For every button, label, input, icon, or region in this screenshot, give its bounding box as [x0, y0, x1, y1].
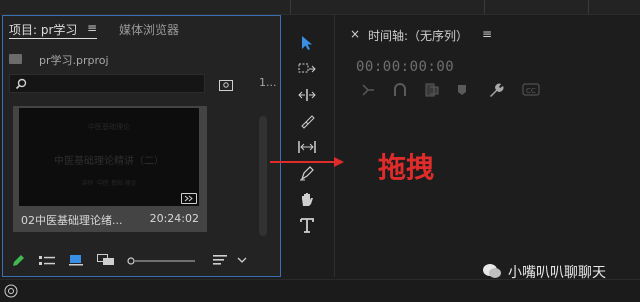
tab-menu-icon[interactable]: ≡ [87, 21, 97, 35]
ripple-edit-icon [298, 89, 316, 101]
drag-arrow-line [270, 161, 340, 163]
tools-panel [294, 30, 320, 242]
nest-sequence-icon[interactable] [360, 82, 376, 98]
snap-icon[interactable] [392, 82, 408, 98]
status-bar [0, 279, 640, 302]
type-tool[interactable] [294, 214, 320, 236]
new-bin-icon[interactable] [219, 76, 233, 91]
watermark-text: 小嘴叭叭聊聊天 [508, 265, 606, 281]
active-tab-underline [9, 38, 97, 39]
hand-icon [302, 193, 313, 206]
type-icon [300, 218, 314, 233]
project-tabbar: 项目: pr学习 ≡ 媒体浏览器 [3, 16, 280, 40]
clip-thumbnail: 中医基础理论 中医基础理论精讲（二） 讲师 ·中医 基础 理论 [19, 108, 199, 206]
chevron-down-icon[interactable] [237, 256, 247, 264]
panel-divider [334, 15, 335, 277]
list-view-icon[interactable] [39, 256, 55, 266]
folder-icon [9, 54, 22, 64]
tab-timeline[interactable]: 时间轴:（无序列） [368, 27, 468, 44]
slip-icon [298, 141, 316, 153]
clip-duration: 20:24:02 [149, 212, 199, 225]
tab-media-browser[interactable]: 媒体浏览器 [119, 21, 179, 38]
drag-label: 拖拽 [378, 151, 435, 184]
timeline-menu-icon[interactable]: ≡ [482, 27, 492, 41]
top-panel-mid [290, 0, 485, 14]
thumb-sub-text: 讲师 ·中医 基础 理论 [81, 180, 137, 187]
thumb-top-text: 中医基础理论 [88, 123, 130, 131]
hand-tool[interactable] [294, 188, 320, 210]
zoom-slider[interactable] [127, 257, 197, 265]
tab-project[interactable]: 项目: pr学习 [9, 21, 77, 38]
project-footer [3, 248, 280, 276]
captions-icon[interactable]: CC [522, 83, 540, 96]
pen-icon [300, 166, 314, 181]
project-file-name: pr学习.prproj [39, 54, 109, 67]
wechat-icon [482, 262, 502, 280]
top-panel-strip [0, 0, 640, 15]
timecode-display[interactable]: 00:00:00:00 [356, 59, 454, 75]
search-input[interactable] [9, 74, 205, 93]
selection-arrow-icon [302, 36, 312, 50]
sort-icon[interactable] [213, 254, 227, 266]
selection-tool[interactable] [294, 32, 320, 54]
ripple-edit-tool[interactable] [294, 84, 320, 106]
svg-text:CC: CC [526, 87, 536, 95]
clip-name: 02中医基础理论绪... [21, 214, 123, 227]
add-marker-icon[interactable] [456, 84, 468, 96]
pencil-icon[interactable] [11, 254, 25, 268]
razor-icon [301, 115, 315, 129]
drag-arrow-head [334, 157, 344, 167]
clip-type-icon [181, 193, 197, 204]
linked-selection-icon[interactable] [424, 82, 440, 98]
project-scrollbar[interactable] [259, 116, 267, 236]
track-select-icon [298, 63, 316, 73]
wrench-icon[interactable] [488, 82, 504, 98]
pen-tool[interactable] [294, 162, 320, 184]
search-icon [15, 78, 27, 90]
clip-thumbnail-card[interactable]: 中医基础理论 中医基础理论精讲（二） 讲师 ·中医 基础 理论 02中医基础理论… [13, 106, 207, 232]
item-count: 1... [259, 76, 277, 89]
icon-view-icon[interactable] [69, 254, 83, 266]
freeform-view-icon[interactable] [97, 254, 115, 266]
thumb-title-text: 中医基础理论精讲（二） [54, 156, 164, 167]
timeline-icons: CC [360, 82, 560, 98]
top-panel-left [0, 0, 291, 14]
creative-cloud-icon[interactable] [4, 284, 18, 298]
top-panel-right [484, 0, 589, 14]
project-panel: 项目: pr学习 ≡ 媒体浏览器 pr学习.prproj 1... 中医基础理论… [2, 15, 281, 277]
track-select-tool[interactable] [294, 58, 320, 80]
slip-tool[interactable] [294, 136, 320, 158]
close-icon[interactable]: × [350, 27, 360, 41]
razor-tool[interactable] [294, 110, 320, 132]
